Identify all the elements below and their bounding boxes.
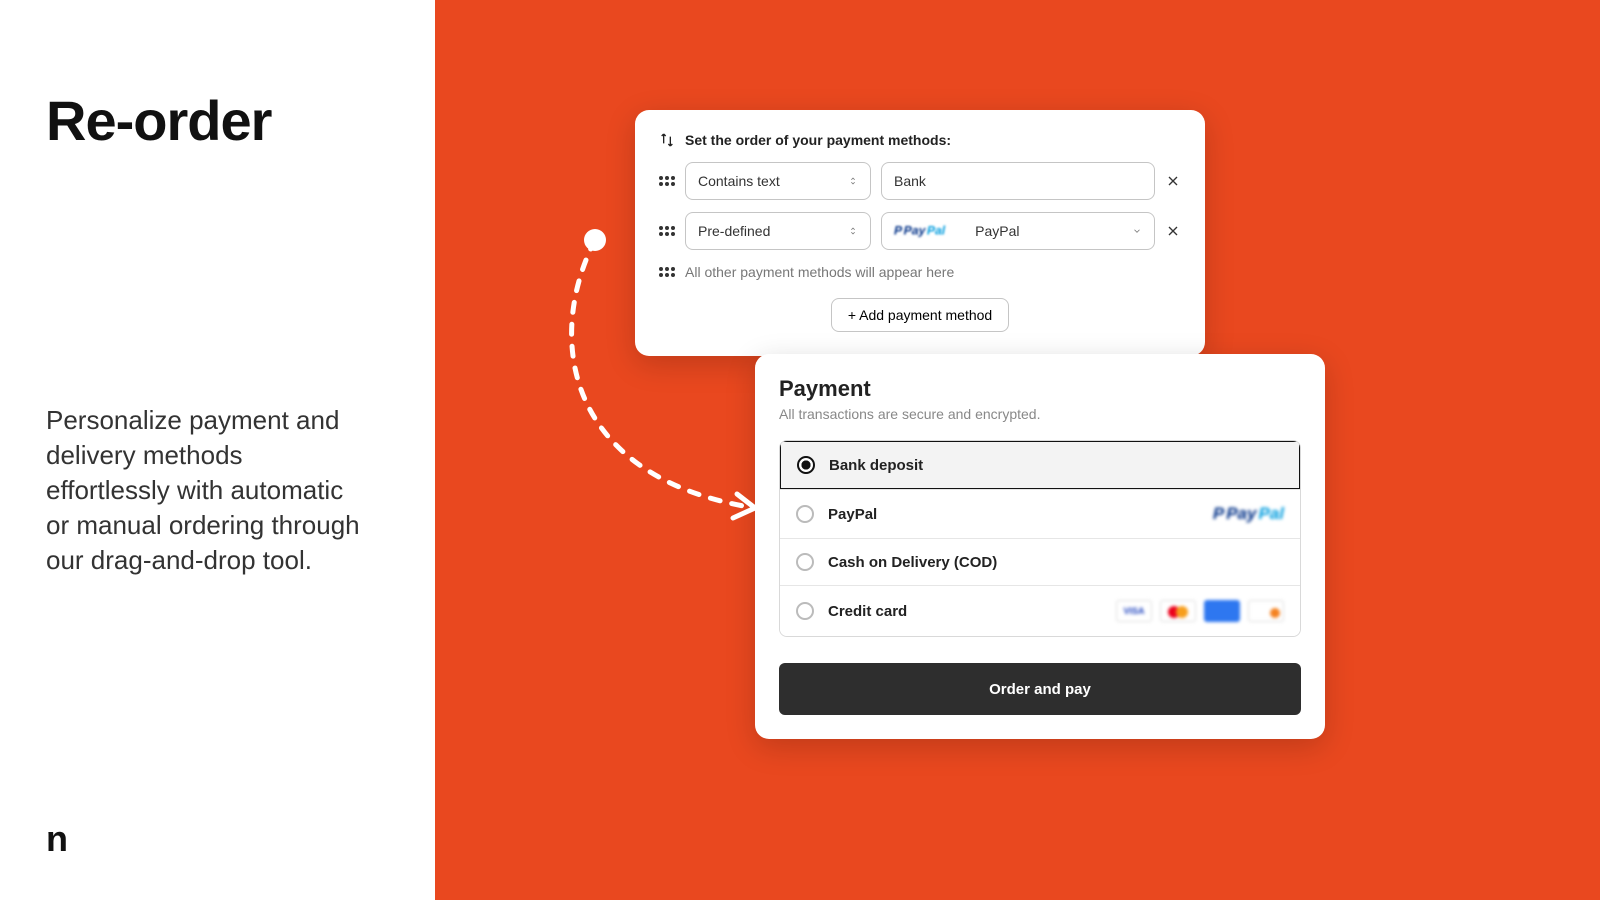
- rule-mode-select[interactable]: Pre-defined: [685, 212, 871, 250]
- payment-method-option[interactable]: Bank deposit: [780, 441, 1300, 489]
- chevron-updown-icon: [848, 226, 858, 236]
- swap-vertical-icon: [659, 132, 675, 148]
- drag-handle-icon[interactable]: [659, 171, 675, 191]
- payment-method-label: Credit card: [828, 603, 907, 620]
- order-rule-row[interactable]: Contains text: [659, 162, 1181, 200]
- payment-method-label: Cash on Delivery (COD): [828, 554, 997, 571]
- rule-value-select[interactable]: PPayPal PayPal: [881, 212, 1155, 250]
- brand-logo: n: [46, 818, 389, 860]
- remove-rule-icon[interactable]: [1165, 173, 1181, 189]
- payment-method-label: Bank deposit: [829, 457, 923, 474]
- payment-method-list: Bank deposit PayPal PPayPal Cash on Deli…: [779, 440, 1301, 637]
- drag-handle-icon[interactable]: [659, 262, 675, 282]
- rule-mode-label: Contains text: [698, 173, 780, 189]
- payment-method-label: PayPal: [828, 506, 877, 523]
- paypal-icon: PPayPal: [1213, 504, 1284, 524]
- amex-icon: [1204, 600, 1240, 622]
- payment-method-option[interactable]: Cash on Delivery (COD): [780, 538, 1300, 585]
- radio-icon: [796, 602, 814, 620]
- remaining-methods-row: All other payment methods will appear he…: [659, 262, 1181, 282]
- rule-mode-label: Pre-defined: [698, 223, 770, 239]
- rule-value-label: PayPal: [975, 223, 1019, 239]
- marketing-sidebar: Re-order Personalize payment and deliver…: [0, 0, 435, 900]
- radio-icon: [796, 505, 814, 523]
- visa-icon: [1116, 600, 1152, 622]
- payment-method-option[interactable]: PayPal PPayPal: [780, 489, 1300, 538]
- page-description: Personalize payment and delivery methods…: [46, 403, 366, 578]
- config-header: Set the order of your payment methods:: [659, 132, 1181, 148]
- chevron-updown-icon: [848, 176, 858, 186]
- radio-icon: [796, 553, 814, 571]
- card-brand-icons: [1116, 600, 1284, 622]
- reorder-config-card: Set the order of your payment methods: C…: [635, 110, 1205, 356]
- remaining-methods-label: All other payment methods will appear he…: [685, 264, 954, 280]
- chevron-down-icon: [1132, 226, 1142, 236]
- demo-canvas: Set the order of your payment methods: C…: [435, 0, 1600, 900]
- page-title: Re-order: [46, 88, 389, 153]
- checkout-title: Payment: [779, 376, 1301, 402]
- checkout-preview-card: Payment All transactions are secure and …: [755, 354, 1325, 739]
- mastercard-icon: [1160, 600, 1196, 622]
- add-payment-method-button[interactable]: + Add payment method: [831, 298, 1009, 332]
- order-and-pay-button[interactable]: Order and pay: [779, 663, 1301, 715]
- rule-mode-select[interactable]: Contains text: [685, 162, 871, 200]
- paypal-icon: PPayPal: [894, 224, 945, 238]
- drag-handle-icon[interactable]: [659, 221, 675, 241]
- payment-method-option[interactable]: Credit card: [780, 585, 1300, 636]
- discover-icon: [1248, 600, 1284, 622]
- checkout-subtitle: All transactions are secure and encrypte…: [779, 406, 1301, 422]
- remove-rule-icon[interactable]: [1165, 223, 1181, 239]
- order-rule-row[interactable]: Pre-defined PPayPal PayPal: [659, 212, 1181, 250]
- rule-value-input[interactable]: [881, 162, 1155, 200]
- radio-selected-icon: [797, 456, 815, 474]
- config-header-label: Set the order of your payment methods:: [685, 132, 951, 148]
